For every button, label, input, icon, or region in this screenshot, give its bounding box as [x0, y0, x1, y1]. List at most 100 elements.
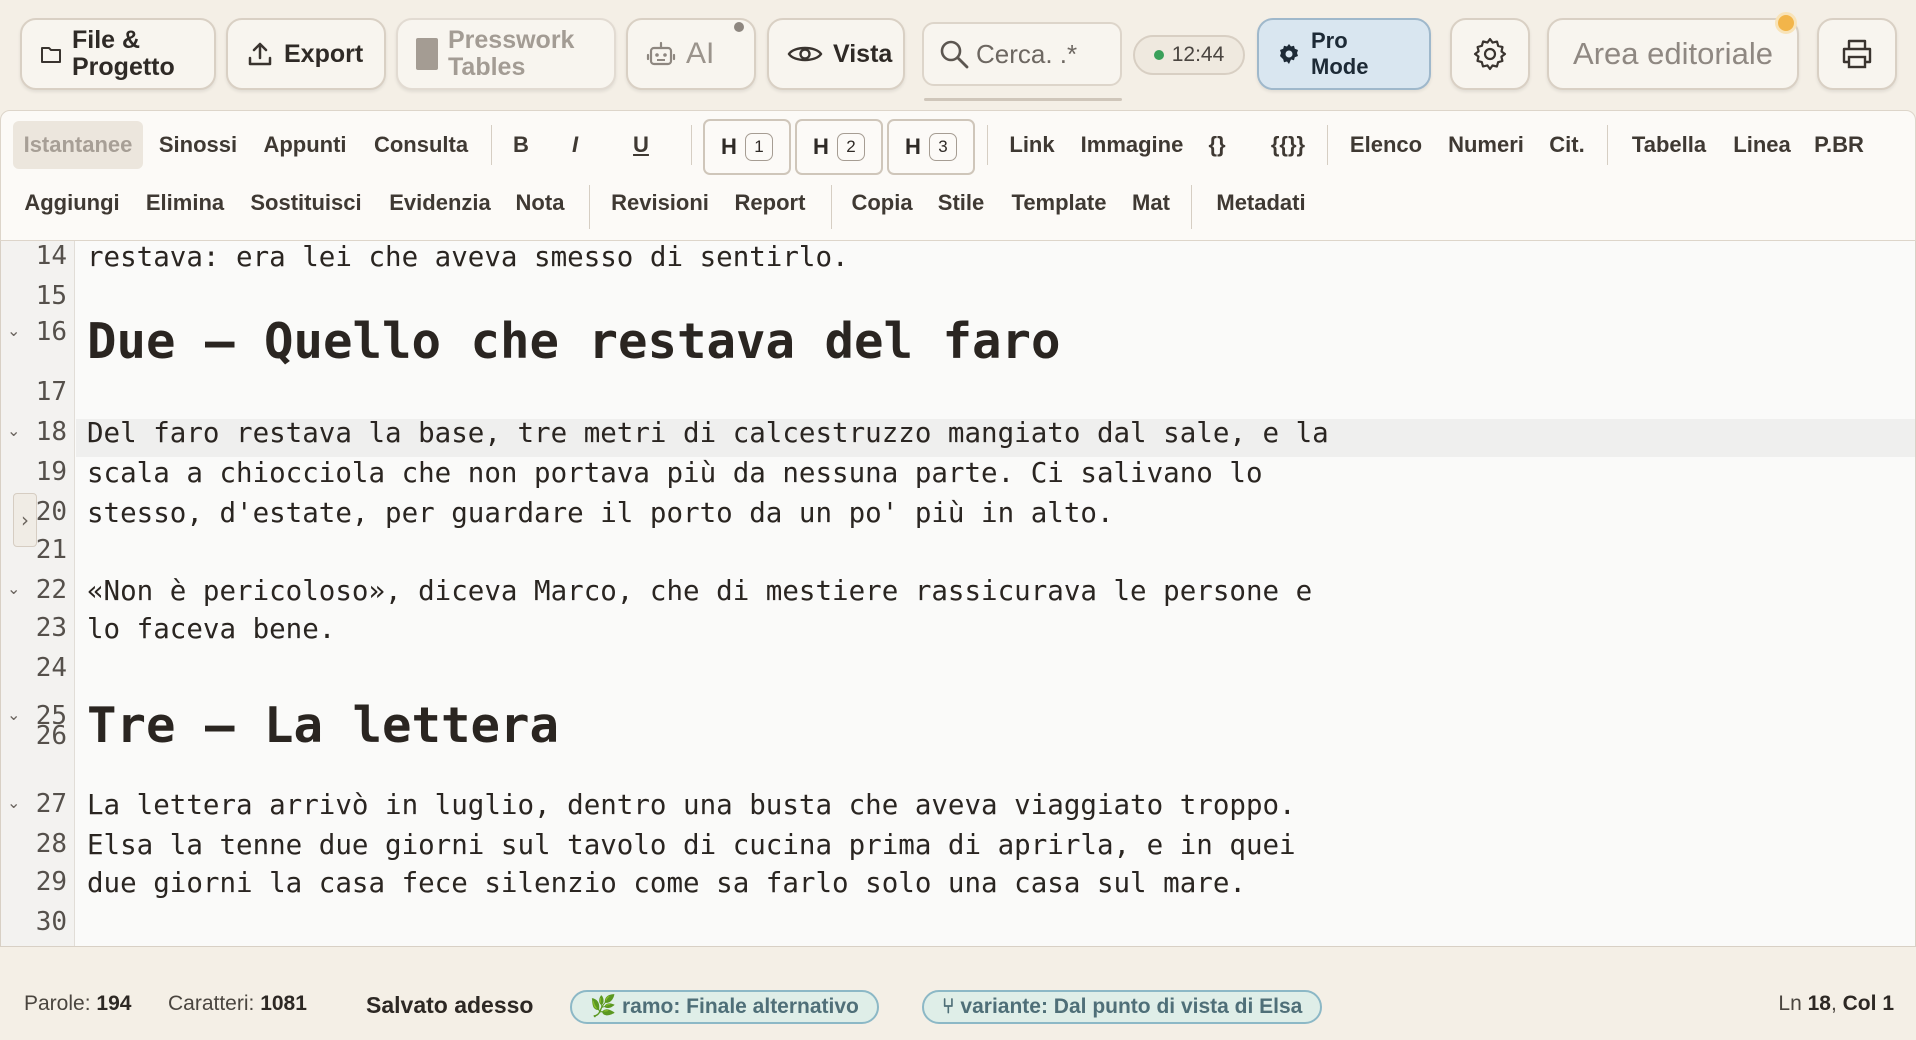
text-line[interactable]: 19 scala a chiocciola che non portava più… — [1, 457, 1915, 495]
tab-istantanee[interactable]: Istantanee — [13, 121, 143, 169]
vista-label: Vista — [833, 39, 893, 68]
bold-button[interactable]: B — [501, 121, 541, 169]
heading-1-button[interactable]: H1 — [703, 119, 791, 175]
mat-button[interactable]: Mat — [1125, 179, 1177, 227]
vista-button[interactable]: Vista — [767, 18, 905, 90]
line-text: «Non è pericoloso», diceva Marco, che di… — [87, 575, 1313, 607]
gear-icon — [1473, 37, 1507, 71]
copy-button[interactable]: Copia — [847, 179, 917, 227]
line-number: 14 — [35, 241, 67, 271]
braces-button[interactable]: {} — [1197, 121, 1237, 169]
fold-chevron-icon[interactable]: ⌄ — [7, 321, 20, 340]
text-line[interactable]: 27 ⌄ La lettera arrivò in luglio, dentro u… — [1, 789, 1915, 827]
text-line[interactable]: 14 restava: era lei che aveva smesso di s… — [1, 241, 1915, 279]
numbered-list-button[interactable]: Numeri — [1441, 121, 1531, 169]
fold-chevron-icon[interactable]: ⌄ — [7, 793, 20, 812]
separator — [589, 185, 590, 229]
line-text: Del faro restava la base, tre metri di c… — [87, 417, 1329, 449]
delete-button[interactable]: Elimina — [139, 179, 231, 227]
separator — [1327, 125, 1328, 165]
ai-status-dot — [734, 22, 744, 32]
branch-badge[interactable]: 🌿 ramo: Finale alternativo — [570, 990, 879, 1024]
text-line[interactable]: 29 due giorni la casa fece silenzio come … — [1, 867, 1915, 905]
image-button[interactable]: Immagine — [1075, 121, 1189, 169]
line-number: 17 — [35, 377, 67, 407]
pro-mode-label: Pro Mode — [1311, 28, 1369, 79]
heading-level: 3 — [928, 133, 957, 161]
save-status: Salvato adesso — [366, 992, 534, 1018]
text-line[interactable]: 24 — [1, 653, 1915, 691]
text-line[interactable]: 20 stesso, d'estate, per guardare il port… — [1, 497, 1915, 535]
quote-button[interactable]: Cit. — [1539, 121, 1595, 169]
gutter-toggle-icon[interactable]: › — [13, 493, 37, 547]
presswork-tables-button[interactable]: Presswork Tables — [396, 18, 616, 90]
cursor-position: Ln 18, Col 1 — [1778, 992, 1894, 1015]
tab-sinossi[interactable]: Sinossi — [153, 121, 243, 169]
page-break-button[interactable]: P.BR — [1807, 121, 1871, 169]
heading-line[interactable]: 16 ⌄ Due — Quello che restava del faro — [1, 309, 1915, 377]
line-text: Elsa la tenne due giorni sul tavolo di c… — [87, 829, 1296, 861]
replace-button[interactable]: Sostituisci — [241, 179, 371, 227]
text-editor[interactable]: 14 restava: era lei che aveva smesso di s… — [0, 241, 1916, 947]
fold-chevron-icon[interactable]: ⌄ — [7, 579, 20, 598]
heading-text: Due — Quello che restava del faro — [87, 313, 1061, 370]
separator — [987, 125, 988, 165]
printer-icon — [1842, 39, 1872, 69]
variant-badge[interactable]: ⑂ variante: Dal punto di vista di Elsa — [922, 990, 1323, 1024]
eye-icon — [787, 46, 823, 62]
add-button[interactable]: Aggiungi — [17, 179, 127, 227]
italic-button[interactable]: I — [557, 121, 593, 169]
text-line[interactable]: 17 — [1, 377, 1915, 415]
text-line[interactable]: 23 lo faceva bene. — [1, 613, 1915, 651]
highlight-button[interactable]: Evidenzia — [381, 179, 499, 227]
line-text: scala a chiocciola che non portava più d… — [87, 457, 1263, 489]
tab-appunti[interactable]: Appunti — [257, 121, 353, 169]
list-button[interactable]: Elenco — [1341, 121, 1431, 169]
fold-chevron-icon[interactable]: ⌄ — [7, 421, 20, 440]
print-button[interactable] — [1817, 18, 1897, 90]
text-line[interactable]: 30 — [1, 907, 1915, 945]
status-bar: Parole: 194 Caratteri: 1081 Salvato ades… — [0, 972, 1916, 1040]
gear-icon — [1280, 44, 1298, 64]
table-button[interactable]: Tabella — [1619, 121, 1719, 169]
template-button[interactable]: Template — [1003, 179, 1115, 227]
heading-3-button[interactable]: H3 — [887, 119, 975, 175]
line-text: lo faceva bene. — [87, 613, 336, 645]
line-number: 24 — [35, 653, 67, 683]
folder-icon — [41, 47, 61, 63]
revisions-button[interactable]: Revisioni — [605, 179, 715, 227]
presswork-icon — [416, 38, 438, 70]
metadata-button[interactable]: Metadati — [1207, 179, 1315, 227]
text-line[interactable]: 28 Elsa la tenne due giorni sul tavolo di… — [1, 829, 1915, 867]
separator — [831, 185, 832, 229]
line-number: 29 — [35, 867, 67, 897]
link-button[interactable]: Link — [999, 121, 1065, 169]
search-box[interactable]: Cerca. .* — [922, 22, 1122, 86]
editorial-area-button[interactable]: Area editoriale — [1547, 18, 1799, 90]
heading-2-button[interactable]: H2 — [795, 119, 883, 175]
style-button[interactable]: Stile — [929, 179, 993, 227]
separator — [1607, 125, 1608, 165]
search-icon — [940, 40, 969, 69]
tab-consulta[interactable]: Consulta — [365, 121, 477, 169]
clock-time: 12:44 — [1171, 43, 1225, 66]
line-text: stesso, d'estate, per guardare il porto … — [87, 497, 1114, 529]
double-braces-button[interactable]: {{}} — [1259, 121, 1317, 169]
char-count: Caratteri: 1081 — [168, 992, 307, 1015]
line-button[interactable]: Linea — [1723, 121, 1801, 169]
heading-h-label: H — [905, 134, 921, 159]
pro-mode-button[interactable]: Pro Mode — [1257, 18, 1431, 90]
export-button[interactable]: Export — [226, 18, 386, 90]
text-line[interactable]: 26 — [1, 721, 1915, 759]
underline-button[interactable]: U — [621, 121, 661, 169]
text-line[interactable]: 18 ⌄ Del faro restava la base, tre metri d… — [1, 417, 1915, 455]
note-button[interactable]: Nota — [509, 179, 571, 227]
file-project-button[interactable]: File & Progetto — [20, 18, 216, 90]
text-line[interactable]: 22 ⌄ «Non è pericoloso», diceva Marco, che… — [1, 575, 1915, 613]
report-button[interactable]: Report — [727, 179, 813, 227]
text-line[interactable]: 21 — [1, 535, 1915, 573]
word-count: Parole: 194 — [24, 992, 132, 1015]
settings-button[interactable] — [1450, 18, 1530, 90]
presswork-label: Presswork Tables — [448, 26, 575, 81]
line-number: 23 — [35, 613, 67, 643]
